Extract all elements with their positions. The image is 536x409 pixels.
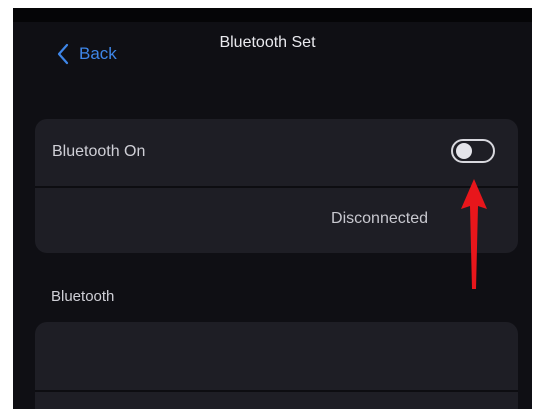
bluetooth-settings-card: Bluetooth On Disconnected — [35, 119, 518, 253]
settings-screen: Back Bluetooth Set Bluetooth On Disconne… — [13, 8, 532, 409]
page-title: Bluetooth Set — [219, 34, 316, 51]
toggle-knob — [456, 143, 472, 159]
connection-status: Disconnected — [331, 210, 428, 227]
bluetooth-on-row: Bluetooth On — [35, 119, 518, 186]
status-bar-edge — [13, 8, 532, 22]
bluetooth-on-label: Bluetooth On — [52, 143, 146, 160]
bluetooth-toggle[interactable] — [451, 139, 495, 163]
red-arrow-up-icon — [461, 179, 487, 289]
list-divider — [35, 390, 518, 392]
bluetooth-device-list — [35, 322, 518, 409]
bluetooth-section-label: Bluetooth — [51, 288, 115, 305]
connection-status-row: Disconnected — [35, 188, 518, 253]
